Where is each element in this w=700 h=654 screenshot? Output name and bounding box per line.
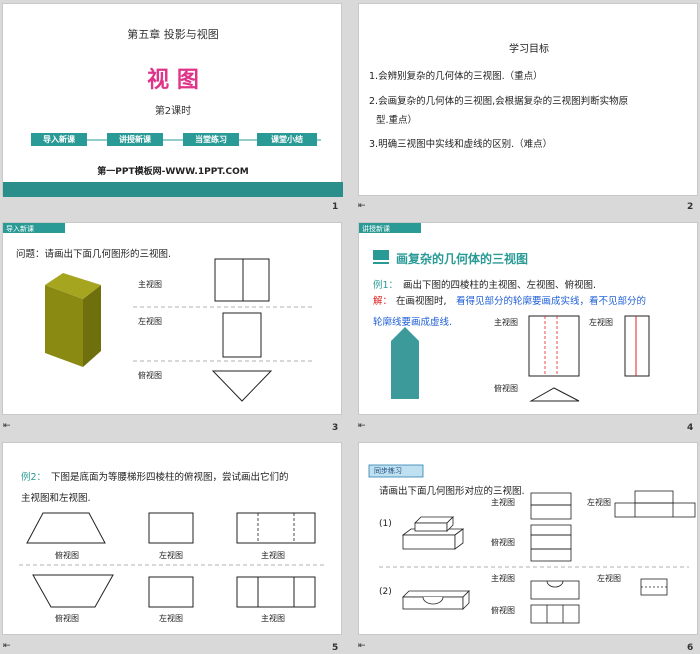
label-left-view-2: 左视图 (597, 574, 621, 583)
label-front-view: 主视图 (261, 551, 285, 560)
objective-2-cont: 型.重点） (376, 115, 418, 126)
section-tag: 同步练习 (374, 467, 402, 475)
label-front-view: 主视图 (494, 318, 518, 327)
label-top-view: 俯视图 (494, 384, 518, 393)
label-left-view-2: 左视图 (159, 614, 183, 623)
slide-number-1: 1 (332, 202, 339, 212)
example-text-2: 主视图和左视图. (21, 493, 91, 504)
label-left-view: 左视图 (587, 498, 611, 507)
skip-icon[interactable]: ⇤ (358, 641, 366, 651)
label-front-view: 主视图 (491, 498, 515, 507)
example-label: 例1： (373, 280, 399, 291)
page-title: 视 图 (147, 68, 199, 93)
question-text: 问题：请画出下面几何图形的三视图. (16, 249, 172, 260)
slide-1[interactable]: 第五章 投影与视图 视 图 第2课时 导入新课 讲授新课 当堂练习 课堂小结 第… (2, 3, 343, 197)
chapter-title: 第五章 投影与视图 (127, 28, 219, 41)
objective-2: 2.会画复杂的几何体的三视图,会根据复杂的三视图判断实物原 (369, 96, 629, 107)
slide-5[interactable]: 例2： 下图是底面为等腰梯形四棱柱的俯视图，尝试画出它们的 主视图和左视图. 俯… (2, 442, 342, 635)
lesson-label: 第2课时 (154, 106, 192, 117)
section-tag: 讲授新课 (362, 225, 390, 233)
slide-number-4: 4 (687, 423, 694, 433)
solution-text-2: 轮廓线要画成虚线. (373, 317, 453, 328)
slide-2[interactable]: 学习目标 1.会辨别复杂的几何体的三视图.（重点） 2.会画复杂的几何体的三视图… (358, 3, 698, 196)
label-top-view: 俯视图 (138, 371, 162, 380)
slide-number-2: 2 (687, 202, 694, 212)
label-left-view: 左视图 (138, 317, 162, 326)
item-1-label: (1) (379, 519, 392, 529)
example-text: 画出下图的四棱柱的主视图、左视图、俯视图. (403, 280, 597, 291)
solution-text-1b: 看得见部分的轮廓要画成实线，看不见部分的 (456, 296, 647, 307)
solution-text-1a: 在画视图时, (396, 296, 447, 307)
item-2-label: (2) (379, 587, 392, 597)
label-top-view: 俯视图 (491, 538, 515, 547)
skip-icon[interactable]: ⇤ (358, 421, 366, 431)
section-heading: 画复杂的几何体的三视图 (396, 252, 529, 266)
section-tag: 导入新课 (6, 225, 34, 233)
slide-number-5: 5 (332, 643, 339, 653)
website-label: 第一PPT模板网-WWW.1PPT.COM (97, 167, 249, 177)
instruction-text: 请画出下面几何图形对应的三视图. (379, 486, 525, 497)
objective-3: 3.明确三视图中实线和虚线的区别.（难点） (369, 139, 553, 150)
label-front-view-2: 主视图 (491, 574, 515, 583)
slide-number-3: 3 (332, 423, 339, 433)
label-left-view: 左视图 (159, 551, 183, 560)
slide-6[interactable]: 同步练习 请画出下面几何图形对应的三视图. (1) (2) 主视图 左视图 俯视… (358, 442, 698, 635)
label-left-view: 左视图 (589, 318, 613, 327)
slide-3[interactable]: 导入新课 问题：请画出下面几何图形的三视图. 主视图 左视图 俯视图 (2, 222, 342, 415)
solution-label: 解： (373, 296, 393, 307)
label-front-view: 主视图 (138, 280, 162, 289)
skip-icon[interactable]: ⇤ (3, 421, 11, 431)
slide6-figures (368, 464, 696, 624)
objectives-heading: 学习目标 (509, 44, 549, 55)
label-top-view-2: 俯视图 (491, 606, 515, 615)
step-summary[interactable]: 课堂小结 (257, 133, 317, 146)
step-intro[interactable]: 导入新课 (31, 133, 87, 146)
label-top-view: 俯视图 (55, 551, 79, 560)
step-teach[interactable]: 讲授新课 (107, 133, 163, 146)
slide-number-6: 6 (687, 643, 694, 653)
objective-1: 1.会辨别复杂的几何体的三视图.（重点） (369, 71, 543, 82)
skip-icon[interactable]: ⇤ (3, 641, 11, 651)
slide-4[interactable]: 讲授新课 画复杂的几何体的三视图 例1： 画出下图的四棱柱的主视图、左视图、俯视… (358, 222, 698, 415)
step-practice[interactable]: 当堂练习 (183, 133, 239, 146)
label-front-view-2: 主视图 (261, 614, 285, 623)
example-label: 例2： (21, 472, 47, 483)
example-text-1: 下图是底面为等腰梯形四棱柱的俯视图，尝试画出它们的 (51, 472, 289, 483)
skip-icon[interactable]: ⇤ (358, 201, 366, 211)
label-top-view-2: 俯视图 (55, 614, 79, 623)
